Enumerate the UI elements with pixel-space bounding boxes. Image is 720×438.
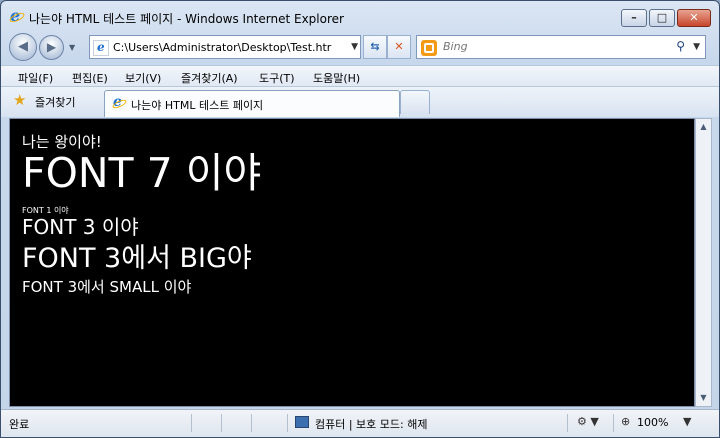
tab-label: 나는야 HTML 테스트 페이지: [131, 99, 264, 112]
recent-pages-dropdown[interactable]: ▼: [69, 43, 75, 52]
menu-help[interactable]: 도움말(H): [313, 70, 360, 86]
status-bar: 완료 컴퓨터 | 보호 모드: 해제 ⚙ ▼ ⊕ 100% ▼: [1, 409, 719, 437]
vertical-scrollbar[interactable]: ▲ ▼: [695, 118, 712, 407]
search-icon[interactable]: ⚲: [676, 39, 685, 53]
minimize-icon: –: [631, 11, 637, 24]
menu-tools[interactable]: 도구(T): [259, 70, 295, 86]
maximize-icon: □: [656, 11, 668, 24]
status-text: 완료: [9, 418, 30, 431]
content-line-font3: FONT 3 이야: [22, 215, 139, 239]
search-input[interactable]: [443, 40, 663, 53]
page-content: 나는 왕이야! FONT 7 이야 FONT 1 이야 FONT 3 이야 FO…: [9, 118, 695, 407]
status-divider: [251, 414, 252, 432]
menu-file[interactable]: 파일(F): [18, 70, 53, 86]
address-input[interactable]: C:\Users\Administrator\Desktop\Test.htr: [113, 41, 345, 54]
page-icon: e: [93, 40, 109, 56]
menu-favorites[interactable]: 즐겨찾기(A): [181, 70, 238, 86]
close-icon: ✕: [689, 11, 699, 24]
zoom-dropdown-icon[interactable]: ▼: [683, 415, 691, 428]
bing-logo-icon: [421, 40, 437, 56]
favorites-label: 즐겨찾기: [35, 96, 76, 109]
title-bar: e 나는야 HTML 테스트 페이지 - Windows Internet Ex…: [1, 1, 719, 31]
star-icon: ★: [13, 91, 27, 109]
tab-active[interactable]: e 나는야 HTML 테스트 페이지: [104, 90, 400, 117]
browser-window: e 나는야 HTML 테스트 페이지 - Windows Internet Ex…: [0, 0, 720, 438]
search-box[interactable]: ⚲ ▼: [416, 35, 706, 59]
status-divider: [613, 414, 614, 432]
address-dropdown-icon[interactable]: ▼: [351, 42, 358, 52]
status-divider: [287, 414, 288, 432]
forward-button[interactable]: ▶: [39, 35, 64, 60]
content-line-font7: FONT 7 이야: [22, 149, 262, 197]
menu-view[interactable]: 보기(V): [125, 70, 161, 86]
popup-settings-icon[interactable]: ⚙ ▼: [577, 415, 599, 428]
zoom-icon: ⊕: [621, 415, 631, 428]
window-title: 나는야 HTML 테스트 페이지 - Windows Internet Expl…: [29, 12, 344, 26]
new-tab-button[interactable]: [400, 90, 430, 114]
refresh-button[interactable]: ⇆: [363, 35, 387, 59]
zoom-level[interactable]: 100%: [637, 416, 668, 429]
ie-page-icon: e: [111, 94, 128, 112]
scroll-up-icon[interactable]: ▲: [696, 119, 711, 135]
minimize-button[interactable]: –: [621, 9, 647, 27]
forward-arrow-icon: ▶: [46, 40, 57, 54]
ie-logo-icon: e: [8, 6, 26, 25]
status-divider: [221, 414, 222, 432]
refresh-icon: ⇆: [370, 40, 380, 53]
status-divider: [567, 414, 568, 432]
content-line-font3-big: FONT 3에서 BIG야: [22, 243, 252, 274]
back-button[interactable]: ◀: [9, 33, 37, 61]
search-dropdown-icon[interactable]: ▼: [693, 42, 700, 52]
maximize-button[interactable]: □: [649, 9, 675, 27]
favorites-bar: ★ 즐겨찾기 e 나는야 HTML 테스트 페이지: [1, 87, 719, 117]
security-zone-text[interactable]: 컴퓨터 | 보호 모드: 해제: [315, 416, 427, 432]
back-arrow-icon: ◀: [18, 39, 28, 54]
status-divider: [191, 414, 192, 432]
scroll-down-icon[interactable]: ▼: [696, 390, 711, 406]
content-line-font3-small: FONT 3에서 SMALL 이야: [22, 278, 192, 296]
menu-bar: 파일(F) 편집(E) 보기(V) 즐겨찾기(A) 도구(T) 도움말(H): [1, 65, 719, 87]
stop-icon: ✕: [394, 40, 404, 53]
address-bar[interactable]: e C:\Users\Administrator\Desktop\Test.ht…: [89, 35, 361, 59]
stop-button[interactable]: ✕: [387, 35, 411, 59]
content-line-font1: FONT 1 이야: [22, 206, 69, 215]
content-line-king: 나는 왕이야!: [22, 133, 102, 151]
menu-edit[interactable]: 편집(E): [72, 70, 108, 86]
computer-zone-icon: [295, 416, 309, 428]
close-button[interactable]: ✕: [677, 9, 711, 27]
